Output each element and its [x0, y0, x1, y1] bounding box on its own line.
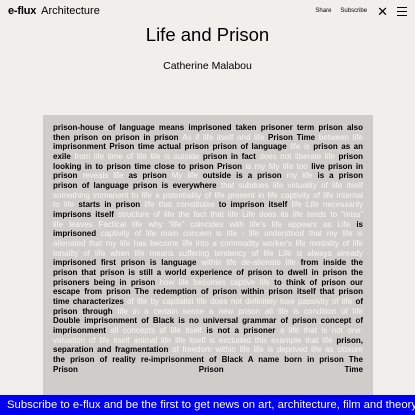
- cover-text-run: all concepts of life itself: [110, 326, 207, 336]
- cover-text-run: life that constitutes: [144, 200, 219, 210]
- cover-image: prison-house of language means imprisone…: [43, 115, 373, 397]
- cover-text-run: is my My life too: [245, 161, 312, 171]
- cover-text-run: does not liberate life: [259, 152, 339, 162]
- article-author[interactable]: Catherine Malabou: [0, 60, 415, 72]
- cover-text-run: the prison of reality re-imprisonment of…: [53, 355, 363, 374]
- subscribe-link[interactable]: Subscribe: [340, 8, 367, 14]
- cover-text-run: within life de-alienate life: [201, 258, 301, 268]
- cover-text-run: between life: [318, 132, 363, 142]
- cover-text-run: of freedom within life life is deprived …: [172, 345, 363, 355]
- cover-text-run: is not a prisoner: [206, 326, 280, 336]
- section-link[interactable]: Architecture: [41, 5, 100, 17]
- subscribe-banner[interactable]: Subscribe to e-flux and be the first to …: [0, 395, 415, 415]
- share-link[interactable]: Share: [315, 8, 331, 14]
- menu-icon[interactable]: [397, 6, 407, 16]
- top-bar: e-flux Architecture Share Subscribe ✕: [0, 0, 415, 22]
- cover-text-run: from life time of life life is outside: [74, 152, 203, 162]
- cover-text-run: imprisons itself: [53, 210, 119, 220]
- cover-text-run: outside is a prison: [202, 171, 287, 181]
- cover-text-run: life is: [290, 142, 314, 152]
- cover-text-run: of life by capitalist life does not defi…: [127, 297, 356, 307]
- top-actions: Share Subscribe ✕: [315, 5, 407, 18]
- cover-text-run: life in a certain sense a new prison all…: [117, 306, 363, 316]
- cover-text-run: prison in fact: [202, 152, 260, 162]
- cover-text-run: life Life necessarily: [291, 200, 364, 210]
- cover-text-run: as prison: [128, 171, 172, 181]
- cover-text-run: reveals life: [82, 171, 129, 181]
- cover-text-run: my life: [286, 171, 318, 181]
- cover-text-run: starts in prison: [78, 200, 145, 210]
- cover-text-run: to imprison itself: [218, 200, 292, 210]
- cover-text-run: imprisonment Prison time actual prison p…: [53, 142, 291, 152]
- cover-text-run: how life becomes captive life: [159, 277, 275, 287]
- cover-text-run: imprisoned first prison is language: [53, 258, 202, 268]
- article-title: Life and Prison: [145, 24, 270, 45]
- cover-text-run: As if life itself and life: [182, 132, 269, 142]
- cover-text-run: Prison Time: [268, 132, 319, 142]
- brand-logo[interactable]: e-flux: [8, 5, 36, 17]
- close-icon[interactable]: ✕: [377, 5, 388, 18]
- cover-text: prison-house of language means imprisone…: [53, 123, 363, 374]
- banner-text[interactable]: Subscribe to e-flux and be the first to …: [7, 399, 415, 411]
- cover-text-run: My life: [171, 171, 203, 181]
